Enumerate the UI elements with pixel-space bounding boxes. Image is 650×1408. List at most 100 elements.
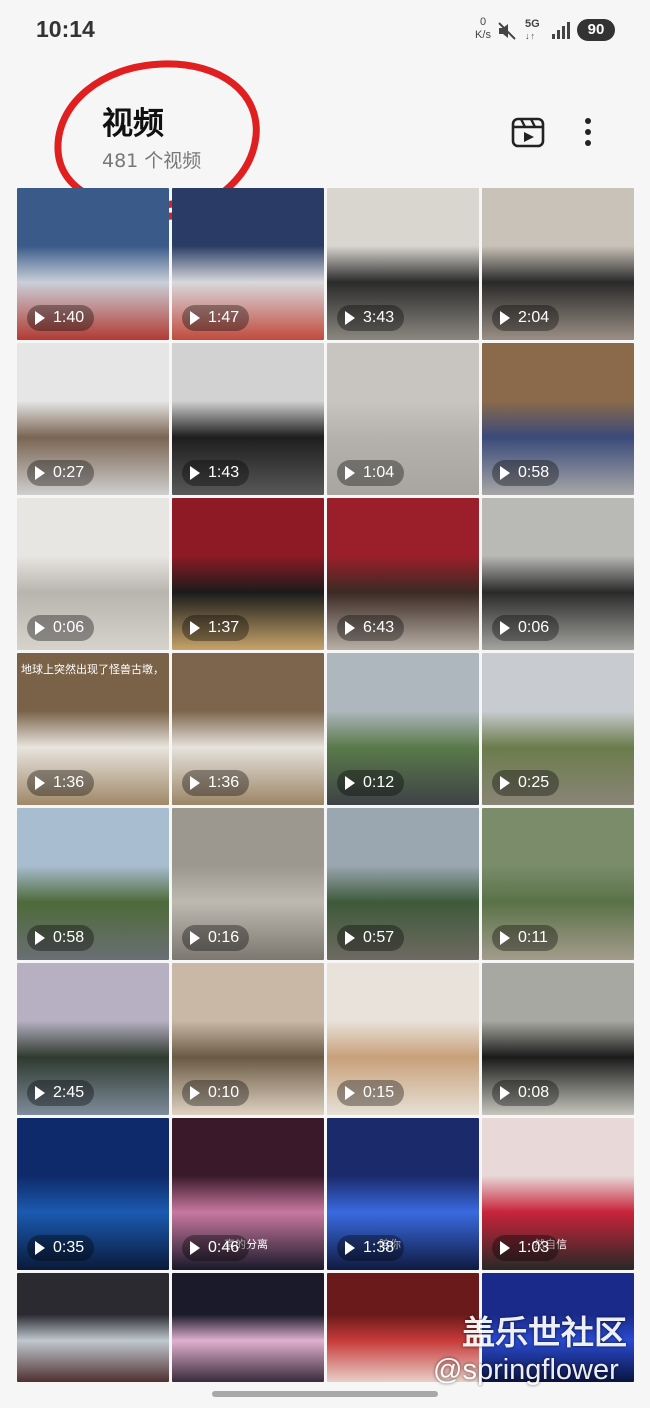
video-thumbnail[interactable]: 0:12 [327, 653, 479, 805]
duration-badge: 0:12 [337, 770, 405, 796]
video-thumbnail[interactable]: 0:27 [17, 343, 169, 495]
video-duration: 1:03 [518, 1239, 550, 1256]
signal-icon [552, 22, 570, 39]
video-duration: 0:11 [518, 929, 548, 946]
clapperboard-icon[interactable] [508, 112, 548, 152]
video-thumbnail[interactable]: 0:35 [17, 1118, 169, 1270]
video-thumbnail[interactable] [17, 1273, 169, 1382]
duration-badge: 1:04 [337, 460, 405, 486]
play-icon [35, 776, 45, 790]
video-thumbnail[interactable]: 地球上突然出现了怪兽古墩， 1:36 [17, 653, 169, 805]
video-duration: 1:04 [363, 464, 395, 481]
video-duration: 1:36 [53, 774, 85, 791]
video-duration: 0:15 [363, 1084, 395, 1101]
video-thumbnail[interactable]: 真的分离 0:46 [172, 1118, 324, 1270]
battery-indicator: 90 [577, 19, 615, 41]
video-duration: 1:43 [208, 464, 240, 481]
video-count: 481 个视频 [102, 150, 202, 172]
video-thumbnail[interactable]: 6:43 [327, 498, 479, 650]
video-duration: 0:08 [518, 1084, 550, 1101]
network-type-label: 5G [525, 18, 540, 30]
video-duration: 1:36 [208, 774, 240, 791]
video-duration: 0:12 [363, 774, 395, 791]
video-thumbnail[interactable]: 3:43 [327, 188, 479, 340]
play-icon [345, 311, 355, 325]
video-thumbnail[interactable]: 0:16 [172, 808, 324, 960]
video-thumbnail[interactable]: 0:58 [482, 343, 634, 495]
video-duration: 0:27 [53, 464, 85, 481]
duration-badge: 1:38 [337, 1235, 405, 1261]
video-thumbnail[interactable]: 0:25 [482, 653, 634, 805]
video-duration: 0:06 [53, 619, 85, 636]
duration-badge: 2:45 [27, 1080, 95, 1106]
duration-badge: 0:58 [27, 925, 95, 951]
play-icon [35, 466, 45, 480]
play-icon [190, 776, 200, 790]
duration-badge: 1:43 [182, 460, 250, 486]
duration-badge: 0:08 [492, 1080, 560, 1106]
video-duration: 0:16 [208, 929, 240, 946]
status-bar: 10:14 0 K/s 5G ↓↑ 90 [0, 0, 650, 62]
video-thumbnail[interactable]: 0:06 [17, 498, 169, 650]
watermark-site: 盖乐世社区 [462, 1313, 627, 1352]
video-duration: 0:58 [518, 464, 550, 481]
video-caption: 地球上突然出现了怪兽古墩， [21, 663, 164, 676]
duration-badge: 0:16 [182, 925, 250, 951]
video-thumbnail[interactable]: 1:43 [172, 343, 324, 495]
video-duration: 1:40 [53, 309, 85, 326]
video-thumbnail[interactable]: 0:06 [482, 498, 634, 650]
duration-badge: 6:43 [337, 615, 405, 641]
duration-badge: 0:06 [27, 615, 95, 641]
play-icon [35, 1241, 45, 1255]
home-indicator[interactable] [212, 1391, 438, 1397]
play-icon [500, 621, 510, 635]
play-icon [500, 1241, 510, 1255]
video-thumbnail[interactable]: 2:45 [17, 963, 169, 1115]
play-icon [35, 311, 45, 325]
duration-badge: 2:04 [492, 305, 560, 331]
video-thumbnail[interactable]: 0:57 [327, 808, 479, 960]
network-speed-value: 0 [479, 16, 487, 28]
duration-badge: 0:06 [492, 615, 560, 641]
video-thumbnail[interactable]: 0:58 [17, 808, 169, 960]
video-thumbnail[interactable]: 陪你 1:38 [327, 1118, 479, 1270]
duration-badge: 1:40 [27, 305, 95, 331]
video-thumbnail[interactable] [172, 1273, 324, 1382]
play-icon [345, 1241, 355, 1255]
video-duration: 1:37 [208, 619, 240, 636]
play-icon [500, 311, 510, 325]
video-thumbnail[interactable]: 1:47 [172, 188, 324, 340]
play-icon [500, 1086, 510, 1100]
video-thumbnail[interactable]: 0:10 [172, 963, 324, 1115]
video-thumbnail[interactable]: 0:15 [327, 963, 479, 1115]
watermark-user: @springflower [433, 1354, 619, 1386]
duration-badge: 1:36 [182, 770, 250, 796]
video-thumbnail[interactable]: 0:11 [482, 808, 634, 960]
video-duration: 0:58 [53, 929, 85, 946]
network-type: 5G ↓↑ [525, 18, 540, 42]
duration-badge: 0:46 [182, 1235, 250, 1261]
duration-badge: 1:36 [27, 770, 95, 796]
duration-badge: 0:35 [27, 1235, 95, 1261]
duration-badge: 0:25 [492, 770, 560, 796]
more-vertical-icon[interactable] [572, 112, 604, 152]
play-icon [345, 931, 355, 945]
play-icon [345, 776, 355, 790]
duration-badge: 1:03 [492, 1235, 560, 1261]
video-thumbnail[interactable]: 1:04 [327, 343, 479, 495]
page-title: 视频 [102, 106, 164, 142]
duration-badge: 0:15 [337, 1080, 405, 1106]
video-thumbnail[interactable]: 然自信 1:03 [482, 1118, 634, 1270]
video-thumbnail[interactable]: 1:40 [17, 188, 169, 340]
video-thumbnail[interactable]: 0:08 [482, 963, 634, 1115]
video-thumbnail[interactable]: 1:36 [172, 653, 324, 805]
play-icon [190, 466, 200, 480]
play-icon [35, 621, 45, 635]
duration-badge: 3:43 [337, 305, 405, 331]
video-thumbnail[interactable]: 2:04 [482, 188, 634, 340]
play-icon [500, 931, 510, 945]
data-arrows-icon: ↓↑ [525, 31, 536, 41]
duration-badge: 0:11 [492, 925, 558, 951]
play-icon [500, 776, 510, 790]
video-thumbnail[interactable]: 1:37 [172, 498, 324, 650]
